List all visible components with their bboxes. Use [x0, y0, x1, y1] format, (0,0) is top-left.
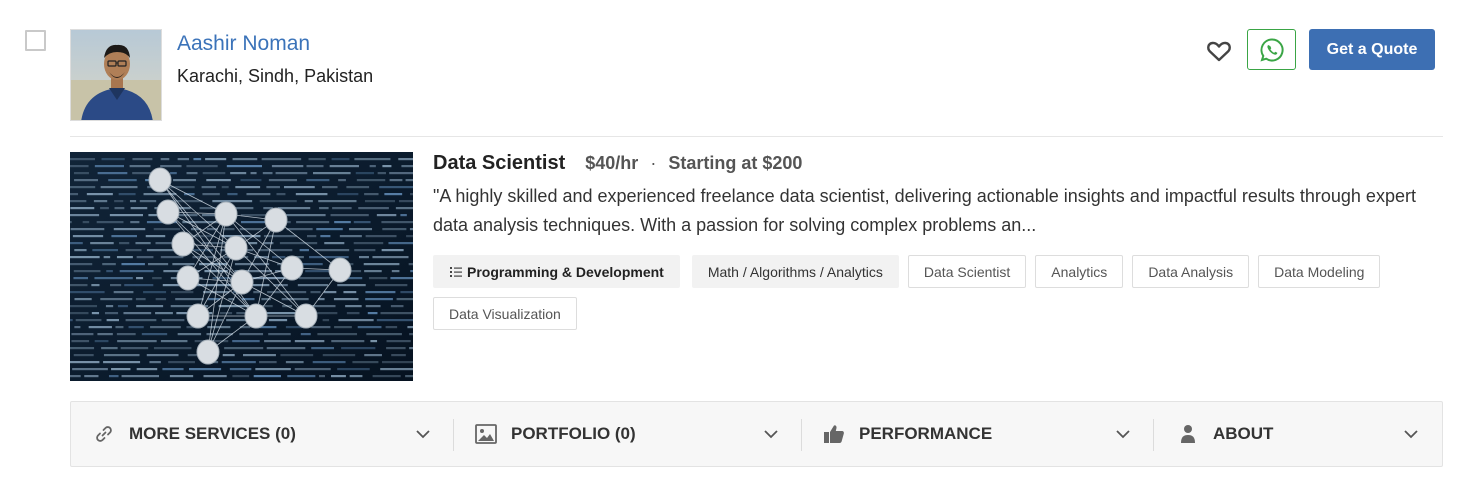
section-label: PORTFOLIO (0)	[511, 424, 636, 443]
tag-label: Programming & Development	[467, 263, 664, 280]
section-divider	[801, 419, 802, 451]
chevron-down-icon	[413, 424, 433, 444]
section-label: ABOUT	[1213, 424, 1274, 443]
section-divider	[1153, 419, 1154, 451]
header-divider	[70, 136, 1443, 137]
freelancer-name-link[interactable]: Aashir Noman	[177, 32, 310, 56]
tag-skill[interactable]: Analytics	[1035, 255, 1124, 288]
service-title[interactable]: Data Scientist	[433, 152, 565, 175]
service-image[interactable]	[70, 152, 413, 381]
hourly-rate: $40/hr	[585, 153, 639, 173]
section-label: PERFORMANCE	[859, 424, 993, 443]
whatsapp-button[interactable]	[1247, 29, 1296, 70]
performance-toggle[interactable]: PERFORMANCE	[823, 402, 1153, 466]
tag-skill[interactable]: Data Modeling	[1258, 255, 1381, 288]
profile-sections-bar: MORE SERVICES (0) PORTFOLIO (0) PERFORMA…	[70, 401, 1443, 467]
chevron-down-icon	[1113, 424, 1133, 444]
tag-subcategory[interactable]: Math / Algorithms / Analytics	[691, 255, 899, 288]
more-services-toggle[interactable]: MORE SERVICES (0)	[93, 402, 453, 466]
tag-skill[interactable]: Data Analysis	[1132, 255, 1250, 288]
thumbs-up-icon	[823, 423, 845, 445]
neural-network-illustration	[70, 152, 413, 381]
starting-price: Starting at $200	[668, 153, 803, 173]
tag-category[interactable]: Programming & Development	[433, 255, 680, 288]
service-description: "A highly skilled and experienced freela…	[433, 186, 1416, 235]
section-label: MORE SERVICES (0)	[129, 424, 296, 443]
freelancer-location: Karachi, Sindh, Pakistan	[177, 66, 374, 86]
separator-dot: ·	[650, 153, 657, 173]
service-tags: Programming & Development Math / Algorit…	[433, 255, 1433, 330]
get-a-quote-button[interactable]: Get a Quote	[1309, 29, 1435, 70]
avatar-photo	[71, 30, 161, 120]
user-icon	[1177, 423, 1199, 445]
whatsapp-icon	[1259, 37, 1284, 62]
heart-outline-icon[interactable]	[1205, 37, 1233, 65]
tag-skill[interactable]: Data Scientist	[907, 255, 1027, 288]
select-checkbox[interactable]	[25, 30, 46, 51]
section-divider	[453, 419, 454, 451]
portfolio-toggle[interactable]: PORTFOLIO (0)	[475, 402, 801, 466]
service-header: Data Scientist $40/hr · Starting at $200	[433, 152, 802, 175]
link-icon	[93, 423, 115, 445]
chevron-down-icon	[761, 424, 781, 444]
tag-skill[interactable]: Data Visualization	[433, 297, 577, 330]
image-icon	[475, 423, 497, 445]
chevron-down-icon	[1401, 424, 1421, 444]
list-icon	[449, 265, 463, 279]
avatar[interactable]	[70, 29, 162, 121]
about-toggle[interactable]: ABOUT	[1177, 402, 1441, 466]
